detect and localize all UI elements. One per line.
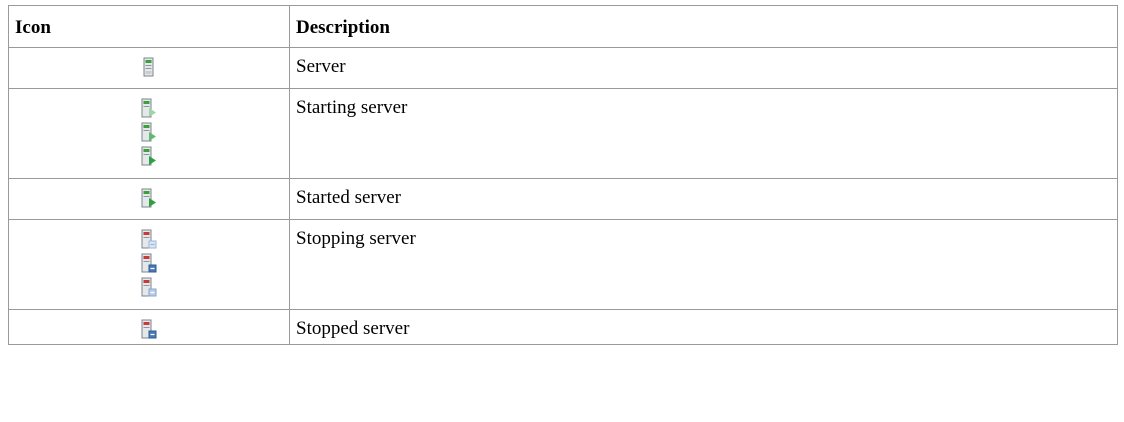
- icon-cell: [8, 88, 290, 179]
- description-cell: Stopping server: [289, 219, 1118, 310]
- table-row: Stopped server: [8, 309, 1118, 345]
- server-stopping-icon: [15, 229, 283, 250]
- server-started-icon: [15, 188, 283, 209]
- description-cell: Stopped server: [289, 309, 1118, 345]
- table-row: Server: [8, 47, 1118, 89]
- description-cell: Started server: [289, 178, 1118, 220]
- icon-cell: [8, 219, 290, 310]
- icon-cell: [8, 309, 290, 345]
- server-stopped-icon: [15, 319, 283, 340]
- server-starting-icon: [15, 98, 283, 119]
- header-row: Icon Description: [8, 5, 1118, 48]
- header-description: Description: [289, 5, 1118, 48]
- server-stopping-icon: [15, 277, 283, 298]
- icon-cell: [8, 47, 290, 89]
- table-row: Stopping server: [8, 219, 1118, 310]
- header-icon: Icon: [8, 5, 290, 48]
- server-starting-icon: [15, 122, 283, 143]
- description-cell: Server: [289, 47, 1118, 89]
- server-starting-icon: [15, 146, 283, 167]
- description-cell: Starting server: [289, 88, 1118, 179]
- table-row: Started server: [8, 178, 1118, 220]
- server-icon: [15, 57, 283, 78]
- server-stopping-icon: [15, 253, 283, 274]
- icon-description-table: Icon Description Server Starting server …: [8, 5, 1118, 345]
- table-row: Starting server: [8, 88, 1118, 179]
- icon-cell: [8, 178, 290, 220]
